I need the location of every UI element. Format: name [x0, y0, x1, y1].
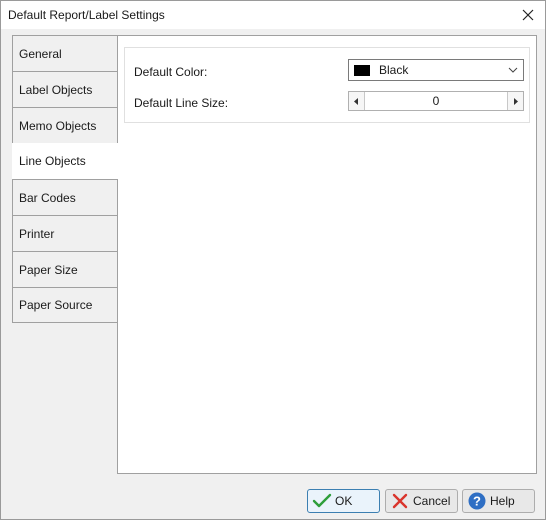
help-button-label: Help	[490, 494, 515, 508]
tab-label: Printer	[19, 226, 55, 241]
cancel-button-label: Cancel	[413, 494, 451, 508]
tab-memo-objects[interactable]: Memo Objects	[12, 107, 118, 143]
default-line-size-value[interactable]: 0	[365, 94, 507, 108]
window-title: Default Report/Label Settings	[8, 8, 165, 22]
tab-label-objects[interactable]: Label Objects	[12, 71, 118, 107]
spin-decrease-button[interactable]	[349, 92, 365, 110]
checkmark-icon	[312, 492, 332, 510]
ok-button[interactable]: OK	[307, 489, 380, 513]
settings-tab-list: General Label Objects Memo Objects Line …	[12, 35, 118, 323]
spin-increase-button[interactable]	[507, 92, 523, 110]
triangle-right-icon	[514, 97, 518, 105]
svg-text:?: ?	[473, 494, 481, 509]
question-icon: ?	[467, 492, 487, 510]
tab-label: Line Objects	[19, 154, 86, 168]
tab-label: Bar Codes	[19, 190, 76, 205]
tab-label: Label Objects	[19, 82, 93, 97]
default-color-value: Black	[379, 63, 409, 77]
close-icon	[522, 9, 534, 21]
help-button[interactable]: ? Help	[462, 489, 535, 513]
tab-label: General	[19, 46, 62, 61]
tab-general[interactable]: General	[12, 35, 118, 71]
tab-paper-size[interactable]: Paper Size	[12, 251, 118, 287]
dialog-button-bar: OK Cancel ? Help	[1, 481, 545, 519]
default-color-dropdown[interactable]: Black	[348, 59, 524, 81]
chevron-down-icon	[508, 67, 518, 73]
tab-label: Memo Objects	[19, 118, 97, 133]
cancel-button[interactable]: Cancel	[385, 489, 458, 513]
default-line-size-label: Default Line Size:	[134, 96, 229, 110]
line-objects-panel: Default Color: Black Default Line Size: …	[117, 35, 537, 474]
triangle-left-icon	[354, 97, 358, 105]
default-line-size-spinner[interactable]: 0	[348, 91, 524, 111]
ok-button-label: OK	[335, 494, 353, 508]
line-settings-group: Default Color: Black Default Line Size: …	[124, 47, 530, 123]
tab-label: Paper Size	[19, 262, 78, 277]
tab-bar-codes[interactable]: Bar Codes	[12, 179, 118, 215]
tab-printer[interactable]: Printer	[12, 215, 118, 251]
default-color-label: Default Color:	[134, 65, 208, 79]
title-bar: Default Report/Label Settings	[1, 1, 545, 29]
close-button[interactable]	[511, 1, 545, 29]
color-swatch	[354, 64, 370, 76]
tab-line-objects[interactable]: Line Objects	[12, 143, 118, 179]
tab-paper-source[interactable]: Paper Source	[12, 287, 118, 323]
tab-label: Paper Source	[19, 298, 93, 312]
dialog-window: Default Report/Label Settings General La…	[0, 0, 546, 520]
x-icon	[390, 492, 410, 510]
